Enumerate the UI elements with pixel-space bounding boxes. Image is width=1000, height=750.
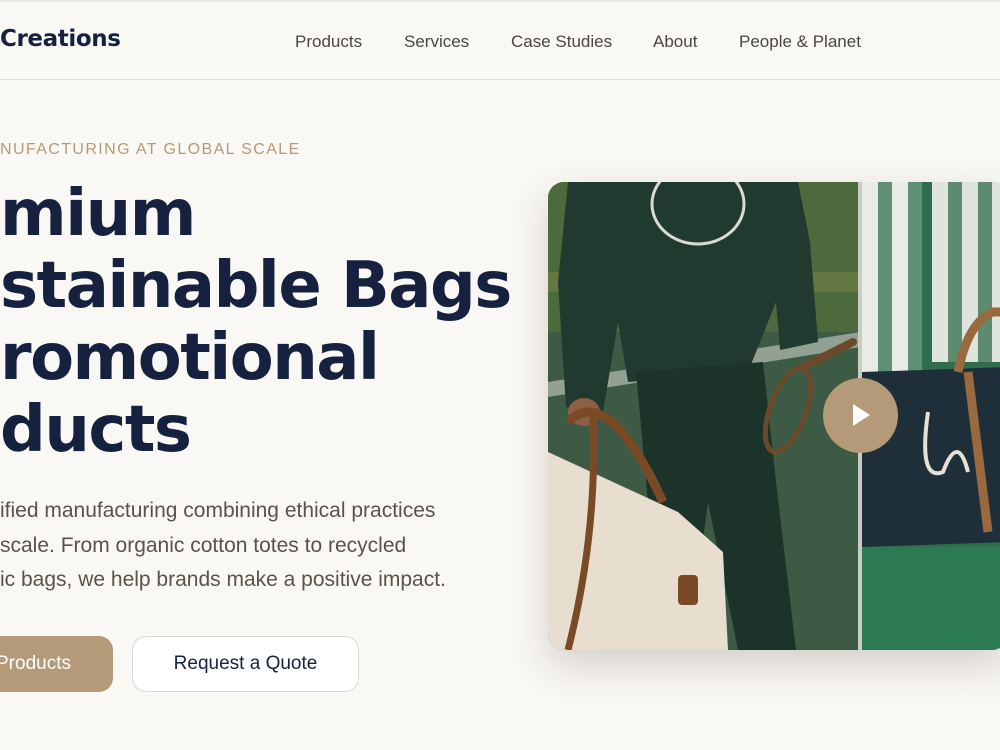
products-button[interactable]: Products xyxy=(0,636,113,692)
hero-video[interactable] xyxy=(548,182,1000,650)
nav-products[interactable]: Products xyxy=(295,32,362,52)
play-icon xyxy=(853,404,870,426)
hero-headline: mium stainable Bags romotional ducts xyxy=(0,177,512,467)
description-line: ified manufacturing combining ethical pr… xyxy=(0,499,436,522)
headline-line: stainable Bags xyxy=(0,249,512,323)
request-quote-button[interactable]: Request a Quote xyxy=(132,636,359,692)
description-line: scale. From organic cotton totes to recy… xyxy=(0,533,407,557)
site-header: Creations Products Services Case Studies… xyxy=(0,2,1000,80)
nav-services[interactable]: Services xyxy=(404,32,469,52)
play-button[interactable] xyxy=(823,378,898,453)
description-line: ic bags, we help brands make a positive … xyxy=(0,568,446,591)
green-bench xyxy=(862,547,1000,650)
nav-case-studies[interactable]: Case Studies xyxy=(511,32,612,52)
cushion-stripe xyxy=(908,182,922,372)
cushion-stripe xyxy=(878,182,892,372)
headline-line: ducts xyxy=(0,393,192,467)
brand-logo[interactable]: Creations xyxy=(0,26,121,52)
nav-about[interactable]: About xyxy=(653,32,697,52)
bag-tag xyxy=(678,575,698,605)
hero-description: ified manufacturing combining ethical pr… xyxy=(0,494,446,598)
hero-photo-collage xyxy=(548,182,1000,650)
cushion-stripe xyxy=(948,182,962,362)
headline-line: romotional xyxy=(0,321,380,395)
nav-people-planet[interactable]: People & Planet xyxy=(739,32,861,52)
hero-eyebrow: NUFACTURING AT GLOBAL SCALE xyxy=(0,141,301,158)
cushion-stripe xyxy=(978,182,992,362)
headline-line: mium xyxy=(0,177,196,251)
